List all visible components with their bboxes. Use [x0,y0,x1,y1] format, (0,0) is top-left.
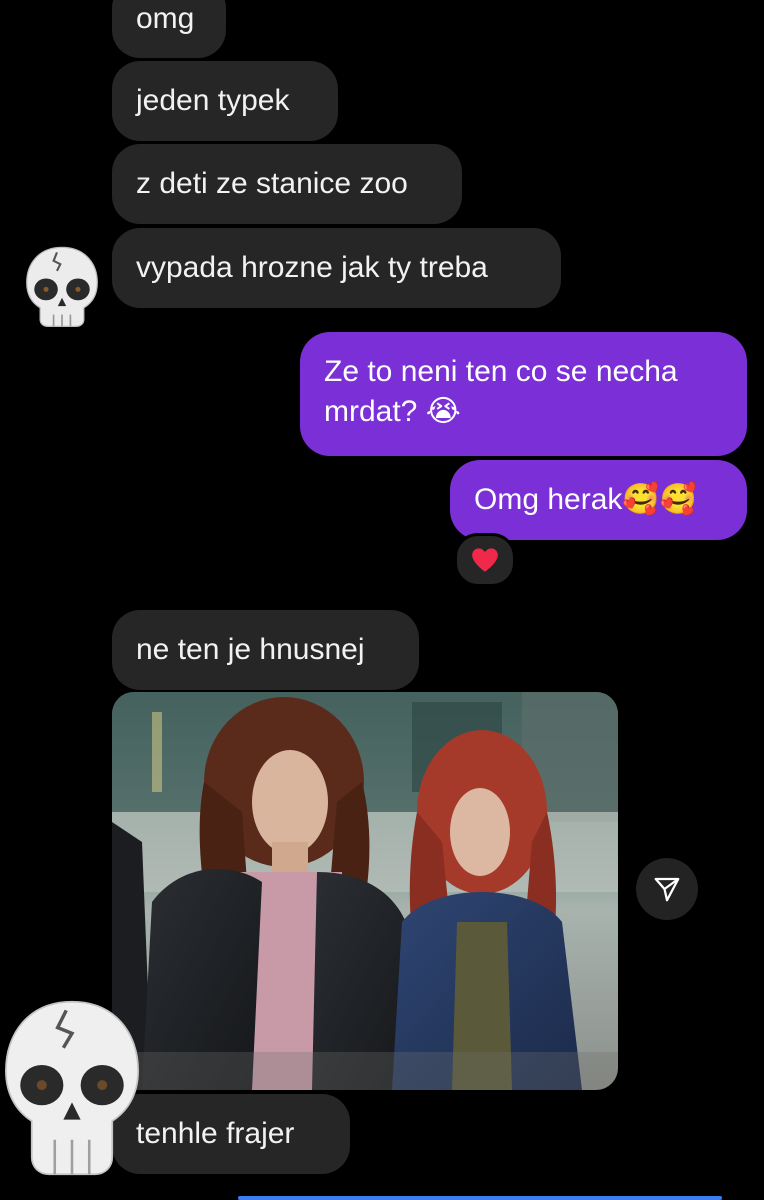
photo-image [112,692,618,1090]
message-text: jeden typek [136,84,290,117]
skull-emoji-icon [26,246,98,327]
message-text: Ze to neni ten co se necha mrdat? 😭 [324,355,678,428]
bottom-indicator [238,1196,722,1200]
message-text: ne ten je hnusnej [136,633,365,666]
message-bubble-incoming[interactable]: ne ten je hnusnej [112,610,419,690]
message-bubble-outgoing[interactable]: Omg herak🥰🥰 [450,460,747,540]
message-reaction[interactable] [454,533,516,587]
message-bubble-incoming[interactable]: jeden typek [112,61,338,141]
message-text: vypada hrozne jak ty treba [136,251,488,284]
sender-avatar-large[interactable] [0,996,144,1180]
message-bubble-incoming[interactable]: omg [112,0,226,58]
sender-avatar[interactable] [20,244,104,328]
shared-photo[interactable] [112,692,618,1090]
message-text: omg [136,2,195,35]
message-bubble-outgoing[interactable]: Ze to neni ten co se necha mrdat? 😭 [300,332,747,456]
message-bubble-incoming[interactable]: vypada hrozne jak ty treba [112,228,561,308]
message-bubble-incoming[interactable]: z deti ze stanice zoo [112,144,462,224]
heart-icon [472,548,498,572]
message-text: z deti ze stanice zoo [136,167,408,200]
message-bubble-incoming[interactable]: tenhle frajer [112,1094,350,1174]
skull-emoji-icon [5,1000,139,1176]
message-text: Omg herak🥰🥰 [474,483,698,516]
share-button[interactable] [636,858,698,920]
paper-plane-icon [654,877,680,902]
message-text: tenhle frajer [136,1117,295,1150]
